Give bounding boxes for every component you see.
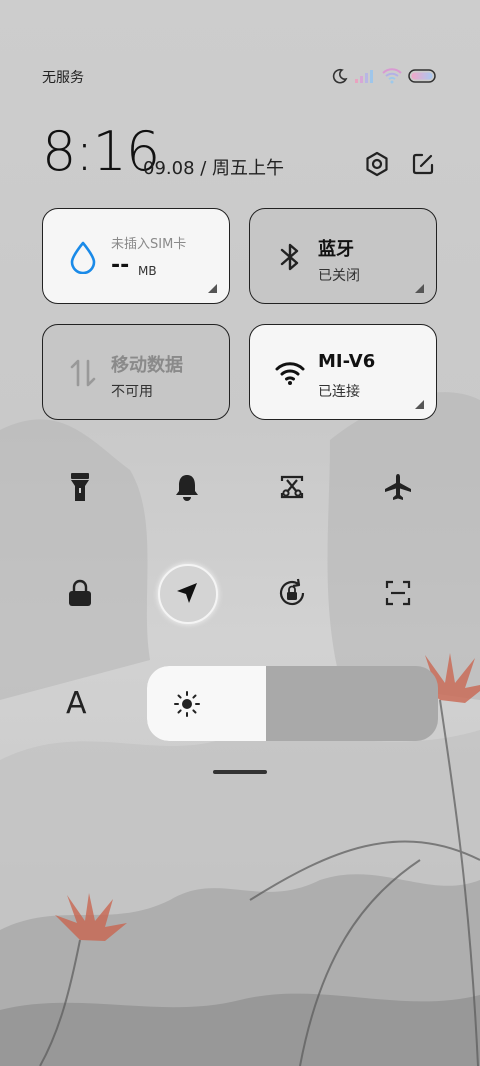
lock-screen-toggle[interactable] — [50, 563, 110, 623]
wifi-icon — [382, 68, 402, 84]
bluetooth-status: 已关闭 — [318, 268, 360, 284]
carrier-status: 无服务 — [42, 70, 84, 86]
status-icons — [332, 66, 436, 86]
settings-icon — [366, 151, 388, 177]
location-icon — [177, 583, 197, 603]
flashlight-icon — [71, 473, 89, 501]
scanner-toggle[interactable] — [368, 563, 428, 623]
brightness-slider[interactable] — [147, 666, 438, 741]
edit-icon — [412, 153, 434, 175]
notification-toggle[interactable] — [157, 457, 217, 517]
expand-corner-icon — [415, 284, 424, 293]
brightness-slider-fill — [147, 666, 267, 741]
expand-corner-icon — [208, 284, 217, 293]
sun-icon — [174, 691, 200, 717]
screenshot-toggle[interactable] — [262, 457, 322, 517]
airplane-icon — [385, 474, 411, 500]
expand-corner-icon — [415, 400, 424, 409]
auto-brightness-button[interactable]: A — [66, 686, 87, 721]
data-usage-value: -- — [111, 253, 130, 278]
screenshot-icon — [280, 475, 304, 499]
edit-button[interactable] — [408, 149, 438, 179]
bluetooth-tile[interactable]: 蓝牙 已关闭 — [249, 208, 437, 304]
scanner-icon — [385, 580, 411, 606]
wifi-tile[interactable]: MI-V6 已连接 — [249, 324, 437, 420]
airplane-mode-toggle[interactable] — [368, 457, 428, 517]
flashlight-toggle[interactable] — [50, 457, 110, 517]
settings-button[interactable] — [362, 149, 392, 179]
mobile-data-icon — [70, 359, 96, 387]
water-drop-icon — [70, 241, 96, 274]
mobile-data-title: 移动数据 — [111, 355, 183, 376]
data-usage-tile[interactable]: 未插入SIM卡 -- MB — [42, 208, 230, 304]
data-usage-unit: MB — [138, 264, 157, 278]
wifi-network-name: MI-V6 — [318, 351, 376, 372]
mobile-data-status: 不可用 — [111, 384, 153, 400]
clock: 8:16 — [42, 120, 160, 183]
rotation-lock-toggle[interactable] — [262, 563, 322, 623]
sim-status-label: 未插入SIM卡 — [111, 237, 187, 252]
rotation-lock-icon — [279, 578, 305, 606]
drag-handle[interactable] — [213, 770, 267, 774]
bell-icon — [176, 475, 198, 501]
signal-icon — [355, 70, 373, 83]
bluetooth-icon — [280, 243, 299, 271]
wifi-status: 已连接 — [318, 384, 360, 400]
moon-icon — [332, 68, 348, 84]
bluetooth-title: 蓝牙 — [318, 239, 354, 260]
mobile-data-tile[interactable]: 移动数据 不可用 — [42, 324, 230, 420]
location-toggle[interactable] — [157, 563, 218, 624]
battery-icon — [408, 69, 436, 83]
date-label: 09.08 / 周五上午 — [143, 158, 285, 179]
wifi-icon — [275, 362, 305, 385]
lock-icon — [69, 579, 91, 606]
